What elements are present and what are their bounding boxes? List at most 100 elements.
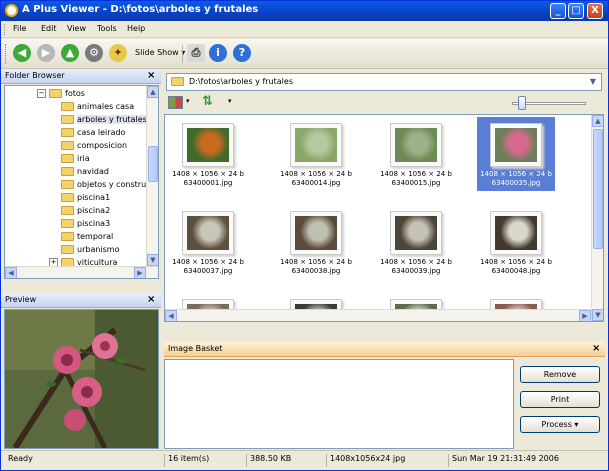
settings-icon[interactable]: ⚙ bbox=[85, 44, 103, 62]
status-bar: Ready 16 item(s) 388.50 KB 1408x1056x24 … bbox=[1, 450, 608, 470]
folder-icon bbox=[61, 128, 74, 137]
thumbnail-frame bbox=[182, 211, 234, 255]
scroll-left-icon[interactable]: ◀ bbox=[165, 310, 177, 321]
folder-browser-title: Folder Browser bbox=[5, 71, 65, 80]
folder-icon bbox=[61, 180, 74, 189]
close-button[interactable]: X bbox=[587, 3, 603, 19]
app-window: A Plus Viewer - D:\fotos\arboles y fruta… bbox=[0, 0, 609, 471]
thumbnail-grid: 1408 × 1056 × 24 b 63400001.jpg 1408 × 105… bbox=[164, 114, 604, 322]
thumbnail-image bbox=[295, 216, 337, 250]
tree-item-fotos[interactable]: − fotos bbox=[37, 89, 85, 102]
up-icon[interactable]: ▲ bbox=[61, 44, 79, 62]
image-basket-close-button[interactable]: × bbox=[592, 343, 600, 354]
info-icon[interactable]: i bbox=[209, 44, 227, 62]
preview-close-button[interactable]: × bbox=[147, 294, 155, 305]
forward-icon[interactable]: ▶ bbox=[37, 44, 55, 62]
folder-icon bbox=[61, 167, 74, 176]
tree-item[interactable]: animales casa bbox=[61, 102, 134, 115]
tree-item[interactable]: urbanismo bbox=[61, 245, 120, 258]
tree-item-selected[interactable]: arboles y frutales bbox=[61, 115, 147, 128]
folder-icon bbox=[61, 193, 74, 202]
sort-dropdown-icon[interactable]: ▾ bbox=[228, 97, 232, 105]
chevron-down-icon[interactable]: ▼ bbox=[586, 75, 600, 89]
thumbnail-filename: 63400048.jpg bbox=[491, 267, 541, 275]
minimize-button[interactable]: _ bbox=[550, 3, 566, 19]
tree-item[interactable]: navidad bbox=[61, 167, 109, 180]
thumbnail-frame bbox=[490, 123, 542, 167]
menu-view[interactable]: View bbox=[67, 24, 86, 33]
scroll-thumb[interactable] bbox=[148, 146, 158, 182]
menu-bar: File Edit View Tools Help bbox=[1, 21, 608, 38]
tree-item[interactable]: piscina2 bbox=[61, 206, 110, 219]
thumbnail-vertical-scrollbar[interactable]: ▲ ▼ bbox=[591, 115, 603, 321]
folder-tree[interactable]: − fotos animales casa arboles y frutales … bbox=[4, 85, 159, 279]
menu-file[interactable]: File bbox=[13, 24, 26, 33]
tree-item[interactable]: composicion bbox=[61, 141, 127, 154]
folder-browser-close-button[interactable]: × bbox=[147, 70, 155, 81]
new-folder-icon[interactable]: ✦ bbox=[109, 44, 127, 62]
scroll-up-icon[interactable]: ▲ bbox=[147, 86, 158, 98]
collapse-icon[interactable]: − bbox=[37, 89, 46, 98]
menu-edit[interactable]: Edit bbox=[41, 24, 57, 33]
app-icon bbox=[5, 4, 18, 17]
thumbnail-item[interactable]: 1408 × 1056 × 24 b 63400038.jpg bbox=[277, 205, 355, 279]
zoom-slider-thumb[interactable] bbox=[518, 96, 526, 110]
toolbar-grip[interactable] bbox=[5, 44, 8, 64]
scroll-up-icon[interactable]: ▲ bbox=[592, 115, 603, 127]
print-button[interactable]: Print bbox=[520, 391, 600, 408]
thumbnail-item[interactable]: 1408 × 1056 × 24 b 63400039.jpg bbox=[377, 205, 455, 279]
thumbnail-dimensions: 1408 × 1056 × 24 b bbox=[380, 258, 452, 266]
folder-icon bbox=[61, 141, 74, 150]
scroll-right-icon[interactable]: ▶ bbox=[579, 310, 591, 321]
tree-item[interactable]: objetos y constru bbox=[61, 180, 146, 193]
thumbnail-item[interactable]: 1408 × 1056 × 24 b 63400037.jpg bbox=[169, 205, 247, 279]
address-bar[interactable]: D:\fotos\arboles y frutales ▼ bbox=[166, 73, 602, 91]
tree-vertical-scrollbar[interactable]: ▲ ▼ bbox=[146, 86, 158, 266]
back-icon[interactable]: ◀ bbox=[13, 44, 31, 62]
slideshow-button[interactable]: Slide Show ▾ bbox=[135, 48, 185, 57]
thumbnail-filename: 63400037.jpg bbox=[183, 267, 233, 275]
thumbnail-item[interactable]: 1408 × 1056 × 24 b 63400015.jpg bbox=[377, 117, 455, 191]
toolbar: ◀ ▶ ▲ ⚙ ✦ Slide Show ▾ ⎙ i ? bbox=[1, 39, 608, 69]
thumbnail-item[interactable]: 1408 × 1056 × 24 b 63400048.jpg bbox=[477, 205, 555, 279]
scroll-thumb[interactable] bbox=[593, 129, 603, 249]
menu-help[interactable]: Help bbox=[127, 24, 145, 33]
thumbnail-item[interactable]: 1408 × 1056 × 24 b 63400035.jpg bbox=[477, 117, 555, 191]
folder-icon bbox=[61, 206, 74, 215]
tree-item[interactable]: piscina3 bbox=[61, 219, 110, 232]
view-mode-icon[interactable] bbox=[168, 96, 183, 109]
title-bar[interactable]: A Plus Viewer - D:\fotos\arboles y fruta… bbox=[1, 1, 608, 21]
scroll-down-icon[interactable]: ▼ bbox=[592, 309, 603, 321]
menu-tools[interactable]: Tools bbox=[97, 24, 117, 33]
basket-drop-area[interactable] bbox=[164, 359, 514, 449]
thumbnail-dimensions: 1408 × 1056 × 24 b bbox=[172, 258, 244, 266]
scroll-down-icon[interactable]: ▼ bbox=[147, 254, 158, 266]
maximize-button[interactable]: □ bbox=[568, 3, 584, 19]
remove-button[interactable]: Remove bbox=[520, 366, 600, 383]
thumbnail-frame bbox=[390, 123, 442, 167]
thumbnail-image bbox=[495, 128, 537, 162]
print-icon[interactable]: ⎙ bbox=[187, 44, 205, 62]
thumbnail-item[interactable]: 1408 × 1056 × 24 b 63400001.jpg bbox=[169, 117, 247, 191]
menubar-grip[interactable] bbox=[4, 24, 7, 35]
thumbnail-dimensions: 1408 × 1056 × 24 b bbox=[280, 170, 352, 178]
preview-image bbox=[5, 310, 158, 450]
window-title: A Plus Viewer - D:\fotos\arboles y fruta… bbox=[22, 4, 259, 15]
help-icon[interactable]: ? bbox=[233, 44, 251, 62]
process-button[interactable]: Process ▾ bbox=[520, 416, 600, 433]
tree-horizontal-scrollbar[interactable]: ◀ ▶ bbox=[5, 266, 158, 278]
thumbnail-filename: 63400038.jpg bbox=[291, 267, 341, 275]
tree-item[interactable]: piscina1 bbox=[61, 193, 110, 206]
toolbar-separator bbox=[182, 45, 183, 63]
thumbnail-item[interactable]: 1408 × 1056 × 24 b 63400014.jpg bbox=[277, 117, 355, 191]
tree-item[interactable]: temporal bbox=[61, 232, 113, 245]
scroll-right-icon[interactable]: ▶ bbox=[134, 267, 146, 278]
folder-icon bbox=[61, 154, 74, 163]
thumbnail-horizontal-scrollbar[interactable]: ◀ ▶ bbox=[165, 309, 591, 321]
view-mode-dropdown-icon[interactable]: ▾ bbox=[186, 97, 190, 105]
scroll-left-icon[interactable]: ◀ bbox=[5, 267, 17, 278]
tree-item[interactable]: iria bbox=[61, 154, 90, 167]
tree-item[interactable]: casa leirado bbox=[61, 128, 125, 141]
sort-icon[interactable]: ⇅ bbox=[202, 94, 213, 109]
preview-header: Preview × bbox=[1, 293, 161, 308]
